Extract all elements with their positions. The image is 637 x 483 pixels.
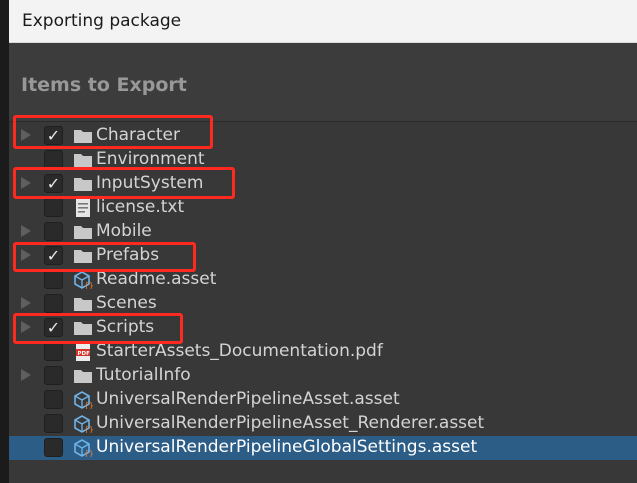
scriptable-asset-icon: {} [74, 391, 93, 409]
title-bar[interactable]: Exporting package [9, 0, 637, 43]
tree-row-documentation[interactable]: PDF StarterAssets_Documentation.pdf [9, 340, 637, 364]
item-checkbox[interactable]: ✓ [44, 246, 63, 265]
item-checkbox[interactable] [44, 438, 63, 457]
item-label: Scenes [96, 293, 157, 313]
item-checkbox[interactable] [44, 342, 63, 361]
tree-row-prefabs[interactable]: ✓ Prefabs [9, 244, 637, 268]
tree-row-character[interactable]: ✓ Character [9, 124, 637, 148]
folder-icon [74, 298, 92, 311]
expand-arrow-icon[interactable] [21, 369, 31, 381]
expand-arrow-icon[interactable] [21, 321, 31, 333]
item-checkbox[interactable] [44, 366, 63, 385]
expand-arrow-icon[interactable] [21, 297, 31, 309]
export-package-window: Exporting package Items to Export ✓ Char… [9, 0, 637, 483]
folder-icon [74, 250, 92, 263]
item-label: TutorialInfo [96, 365, 191, 385]
svg-text:{}: {} [84, 401, 93, 409]
item-checkbox[interactable]: ✓ [44, 318, 63, 337]
item-label: Environment [96, 149, 205, 169]
tree-row-readme[interactable]: {} Readme.asset [9, 268, 637, 292]
expand-arrow-icon[interactable] [21, 249, 31, 261]
item-label: Readme.asset [96, 269, 217, 289]
svg-text:PDF: PDF [78, 351, 91, 357]
item-label: StarterAssets_Documentation.pdf [96, 341, 383, 361]
pdf-icon: PDF [76, 343, 91, 361]
scriptable-asset-icon: {} [74, 439, 93, 457]
item-label: Scripts [96, 317, 155, 337]
item-checkbox[interactable] [44, 150, 63, 169]
section-title: Items to Export [21, 74, 187, 96]
item-checkbox[interactable]: ✓ [44, 174, 63, 193]
folder-icon [74, 322, 92, 335]
tree-row-tutorialinfo[interactable]: TutorialInfo [9, 364, 637, 388]
tree-row-urp-global-settings[interactable]: {} UniversalRenderPipelineGlobalSettings… [9, 436, 637, 460]
text-file-icon [76, 199, 90, 217]
tree-row-scenes[interactable]: Scenes [9, 292, 637, 316]
tree-row-urp-renderer[interactable]: {} UniversalRenderPipelineAsset_Renderer… [9, 412, 637, 436]
tree-row-scripts[interactable]: ✓ Scripts [9, 316, 637, 340]
item-label: UniversalRenderPipelineGlobalSettings.as… [96, 437, 478, 457]
svg-text:{}: {} [84, 425, 93, 433]
folder-icon [74, 130, 92, 143]
folder-icon [74, 154, 92, 167]
item-checkbox[interactable] [44, 222, 63, 241]
folder-icon [74, 226, 92, 239]
item-checkbox[interactable] [44, 390, 63, 409]
expand-arrow-icon[interactable] [21, 225, 31, 237]
item-checkbox[interactable] [44, 270, 63, 289]
item-label: Character [96, 125, 180, 145]
tree-row-inputsystem[interactable]: ✓ InputSystem [9, 172, 637, 196]
item-checkbox[interactable] [44, 198, 63, 217]
item-label: UniversalRenderPipelineAsset.asset [96, 389, 400, 409]
window-title: Exporting package [22, 11, 182, 31]
scriptable-asset-icon: {} [74, 271, 93, 289]
tree-row-urp-asset[interactable]: {} UniversalRenderPipelineAsset.asset [9, 388, 637, 412]
tree-row-mobile[interactable]: Mobile [9, 220, 637, 244]
item-checkbox[interactable] [44, 294, 63, 313]
svg-text:{}: {} [84, 281, 93, 289]
items-to-export-header: Items to Export [9, 43, 637, 122]
scriptable-asset-icon: {} [74, 415, 93, 433]
folder-icon [74, 178, 92, 191]
item-label: Prefabs [96, 245, 160, 265]
item-label: InputSystem [96, 173, 204, 193]
expand-arrow-icon[interactable] [21, 177, 31, 189]
item-label: license.txt [96, 197, 185, 217]
item-checkbox[interactable]: ✓ [44, 126, 63, 145]
expand-arrow-icon[interactable] [21, 129, 31, 141]
folder-icon [74, 370, 92, 383]
item-label: Mobile [96, 221, 152, 241]
tree-row-environment[interactable]: Environment [9, 148, 637, 172]
item-label: UniversalRenderPipelineAsset_Renderer.as… [96, 413, 485, 433]
svg-text:{}: {} [84, 449, 93, 457]
tree-row-license[interactable]: license.txt [9, 196, 637, 220]
item-checkbox[interactable] [44, 414, 63, 433]
